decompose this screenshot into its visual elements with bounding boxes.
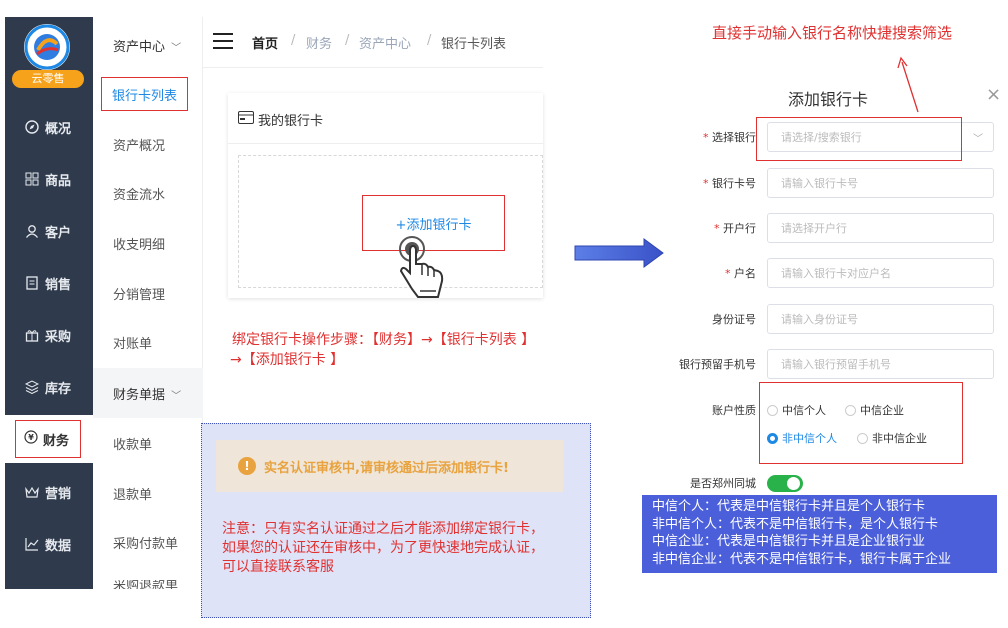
id-number-input[interactable]: 请输入身份证号 bbox=[767, 304, 994, 334]
sidebar-item-label: 库存 bbox=[45, 381, 72, 397]
annotation-arrow-icon bbox=[880, 52, 930, 122]
field-label-id-number: 身份证号 bbox=[712, 313, 756, 326]
sidebar-item-label: 概况 bbox=[45, 121, 72, 137]
submenu-item[interactable]: 采购付款单 bbox=[113, 533, 178, 552]
submenu-item[interactable]: 收款单 bbox=[113, 434, 152, 453]
svg-text:¥: ¥ bbox=[28, 433, 34, 442]
submenu-item[interactable]: 资产概况 bbox=[113, 135, 165, 154]
steps-note-line2: →【添加银行卡 】 bbox=[230, 352, 345, 368]
app-badge: 云零售 bbox=[12, 70, 84, 88]
crown-icon bbox=[25, 485, 39, 499]
gift-icon bbox=[25, 328, 39, 342]
sidebar-item-products[interactable]: 商品 bbox=[5, 159, 93, 199]
breadcrumb-sep: / bbox=[427, 33, 432, 48]
chevron-down-icon: ﹀ bbox=[171, 43, 182, 54]
legend-line: 中信个人：代表是中信银行卡并且是个人银行卡 bbox=[652, 499, 926, 514]
person-icon bbox=[25, 224, 39, 238]
legend-line: 非中信个人：代表不是中信银行卡，是个人银行卡 bbox=[652, 516, 939, 532]
sidebar-item-label: 财务 bbox=[43, 433, 70, 449]
grid-icon bbox=[25, 172, 39, 186]
submenu-item-bank-card-list[interactable]: 银行卡列表 bbox=[101, 77, 188, 111]
app-logo bbox=[24, 24, 70, 70]
field-label-account-type: 账户性质 bbox=[712, 404, 756, 417]
document-icon bbox=[25, 276, 39, 290]
breadcrumb-current: 银行卡列表 bbox=[441, 37, 507, 52]
sidebar-item-label: 营销 bbox=[45, 486, 72, 502]
form-title: 添加银行卡 bbox=[788, 90, 869, 109]
breadcrumb-finance[interactable]: 财务 bbox=[306, 33, 332, 52]
arrow-right-icon bbox=[574, 238, 664, 268]
submenu-item[interactable]: 收支明细 bbox=[113, 234, 165, 253]
field-label-branch: * 开户行 bbox=[714, 222, 756, 235]
legend-line: 中信企业：代表是中信银行卡并且是企业银行业 bbox=[652, 534, 926, 549]
close-icon[interactable]: × bbox=[986, 84, 1001, 105]
sidebar-item-purchase[interactable]: 采购 bbox=[5, 315, 93, 355]
submenu-item[interactable]: 对账单 bbox=[113, 333, 152, 352]
bank-select-highlight bbox=[756, 117, 962, 161]
breadcrumb-home[interactable]: 首页 bbox=[252, 33, 278, 52]
sidebar-item-label: 商品 bbox=[45, 173, 72, 189]
card-divider bbox=[228, 143, 543, 144]
sidebar-item-finance[interactable]: ¥ 财务 bbox=[15, 420, 81, 458]
sidebar-item-inventory[interactable]: 库存 bbox=[5, 367, 93, 407]
sidebar-item-label: 数据 bbox=[45, 538, 72, 554]
submenu-item[interactable]: 分销管理 bbox=[113, 284, 165, 303]
chevron-down-icon: ﹀ bbox=[171, 391, 182, 402]
chart-icon bbox=[25, 537, 39, 551]
sidebar-item-overview[interactable]: 概况 bbox=[5, 107, 93, 147]
field-label-same-city: 是否郑州同城 bbox=[690, 477, 756, 490]
breadcrumb-sep: / bbox=[291, 33, 296, 48]
toggle-knob bbox=[787, 477, 800, 490]
verification-note: 注意：只有实名认证通过之后才能添加绑定银行卡，如果您的认证还在审核中，为了更快速… bbox=[222, 521, 544, 575]
field-label-card-number: * 银行卡号 bbox=[703, 177, 756, 190]
menu-toggle-icon[interactable] bbox=[213, 33, 233, 49]
layers-icon bbox=[25, 380, 39, 394]
sidebar-item-sales[interactable]: 销售 bbox=[5, 263, 93, 303]
sidebar-item-data[interactable]: 数据 bbox=[5, 524, 93, 564]
breadcrumb-sep: / bbox=[345, 33, 350, 48]
bank-card-icon bbox=[238, 111, 254, 128]
account-type-legend: 中信个人：代表是中信银行卡并且是个人银行卡 非中信个人：代表不是中信银行卡，是个… bbox=[642, 495, 997, 573]
radio-citic-enterprise[interactable]: 中信企业 bbox=[845, 402, 904, 418]
sidebar-item-marketing[interactable]: 营销 bbox=[5, 472, 93, 512]
sidebar-item-customers[interactable]: 客户 bbox=[5, 211, 93, 251]
account-name-input[interactable]: 请输入银行卡对应户名 bbox=[767, 258, 994, 288]
verification-warning: ! 实名认证审核中,请审核通过后添加银行卡! bbox=[216, 440, 563, 492]
warning-icon: ! bbox=[238, 457, 256, 475]
header-divider bbox=[203, 67, 543, 68]
submenu-item[interactable]: 退款单 bbox=[113, 484, 152, 503]
steps-note-line1: 绑定银行卡操作步骤：【财务】→【银行卡列表 】 bbox=[232, 332, 536, 348]
sidebar-item-label: 销售 bbox=[45, 277, 72, 293]
submenu-item[interactable]: 采购退款单 bbox=[113, 580, 178, 589]
card-number-input[interactable]: 请输入银行卡号 bbox=[767, 168, 994, 198]
radio-citic-personal[interactable]: 中信个人 bbox=[767, 402, 826, 418]
phone-input[interactable]: 请输入银行预留手机号 bbox=[767, 349, 994, 379]
branch-select[interactable]: 请选择开户行 bbox=[767, 213, 994, 243]
card-title: 我的银行卡 bbox=[238, 110, 323, 129]
submenu-item[interactable]: 资金流水 bbox=[113, 184, 165, 203]
radio-non-citic-personal[interactable]: 非中信个人 bbox=[767, 430, 837, 446]
money-icon: ¥ bbox=[24, 430, 38, 448]
pointing-hand-icon bbox=[398, 233, 448, 301]
submenu-group-asset-center[interactable]: 资产中心 ﹀ bbox=[113, 36, 181, 55]
field-label-account-name: * 户名 bbox=[725, 267, 756, 280]
field-label-bank: * 选择银行 bbox=[703, 131, 756, 144]
submenu-group-finance-docs[interactable]: 财务单据 ﹀ bbox=[113, 384, 181, 403]
field-label-phone: 银行预留手机号 bbox=[679, 358, 756, 371]
radio-non-citic-enterprise[interactable]: 非中信企业 bbox=[857, 430, 927, 446]
sidebar-item-label: 客户 bbox=[45, 225, 72, 241]
breadcrumb-asset-center[interactable]: 资产中心 bbox=[359, 33, 411, 52]
legend-line: 非中信企业：代表不是中信银行卡，银行卡属于企业 bbox=[652, 551, 952, 567]
account-type-highlight bbox=[759, 382, 963, 464]
compass-icon bbox=[25, 120, 39, 134]
sidebar-item-label: 采购 bbox=[45, 329, 72, 345]
chevron-down-icon: ﹀ bbox=[973, 133, 983, 145]
search-tip-annotation: 直接手动输入银行名称快捷搜索筛选 bbox=[712, 24, 953, 42]
